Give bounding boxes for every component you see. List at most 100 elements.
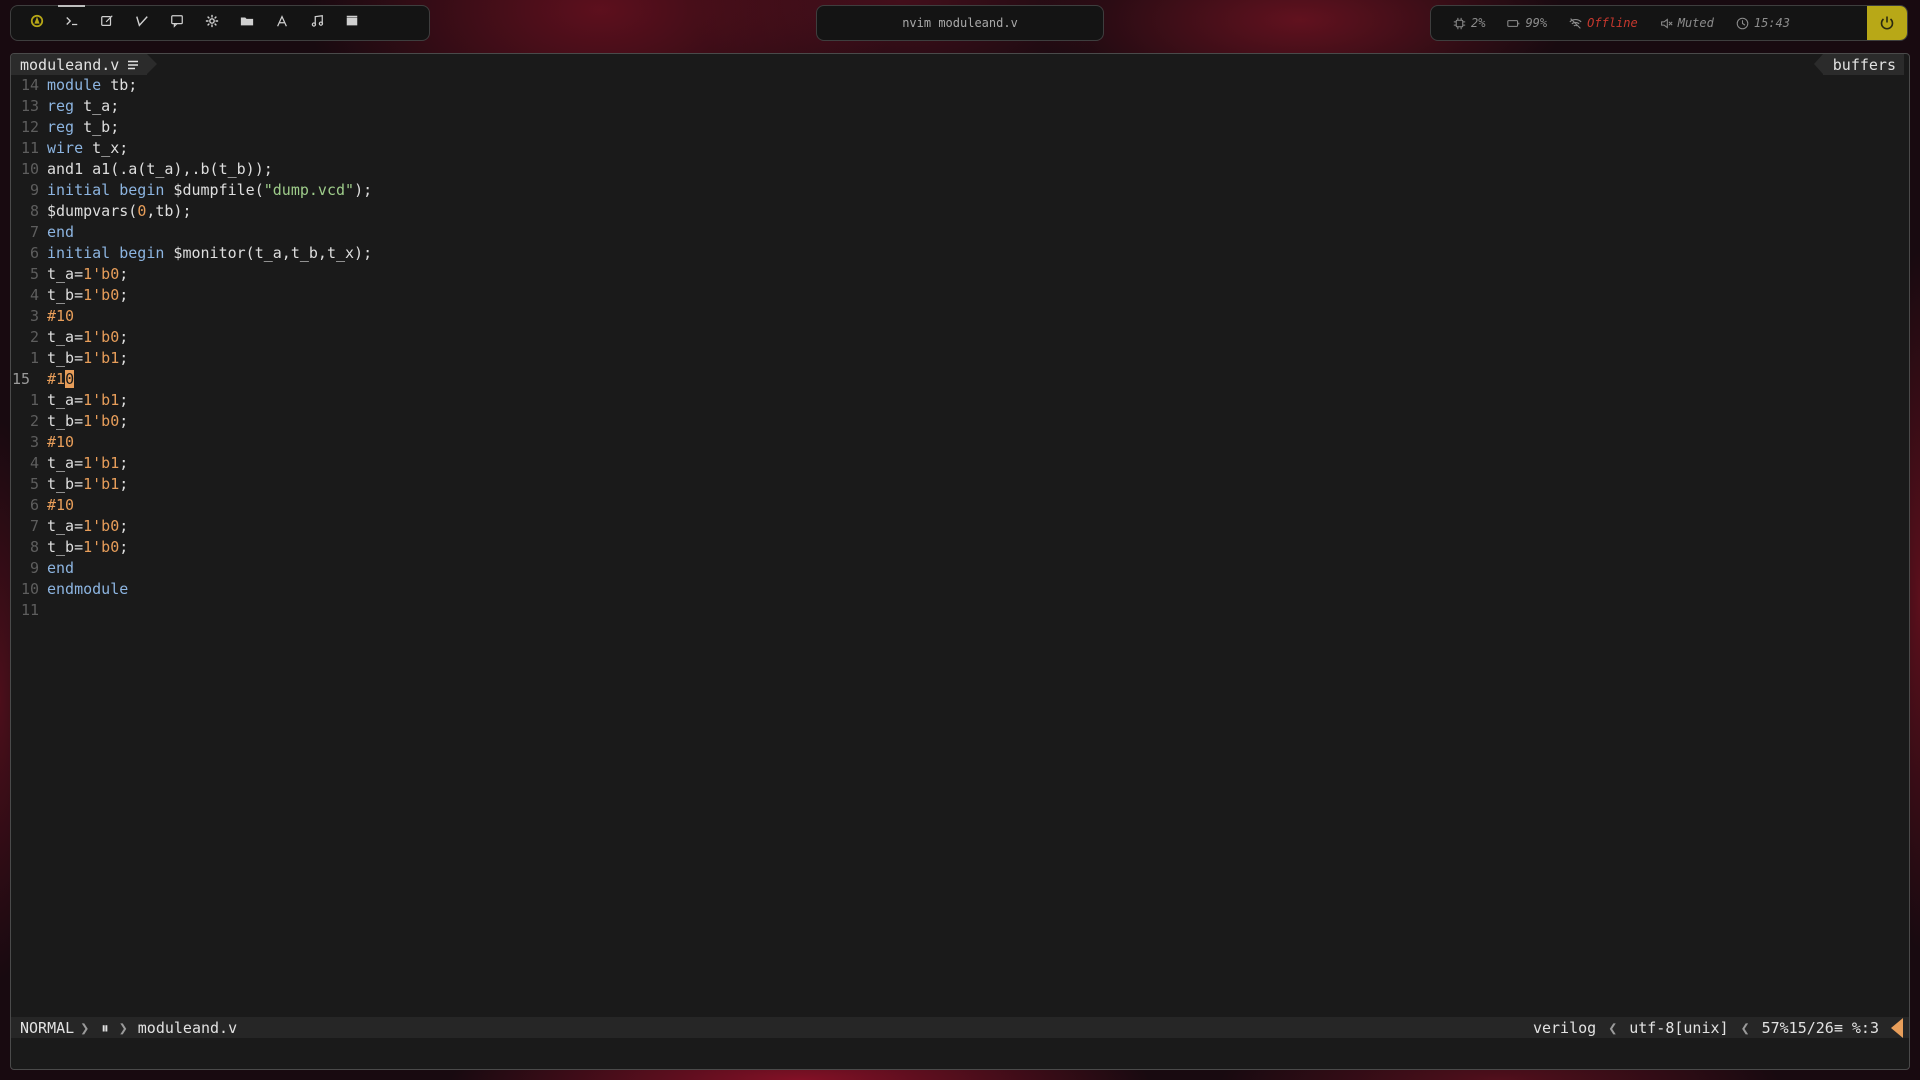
line-number: 4: [29, 286, 39, 304]
code-line[interactable]: 10 and1 a1(.a(t_a),.b(t_b));: [11, 159, 1909, 180]
line-number: 12: [20, 118, 39, 136]
volume-module[interactable]: Muted: [1660, 16, 1714, 30]
status-right: verilog ❮ utf-8[unix] ❮ 57%‍15/26≡ %:3: [1529, 1017, 1909, 1038]
chevron-left-icon: ❮: [1608, 1018, 1618, 1037]
code-line[interactable]: 6 initial begin $monitor(t_a,t_b,t_x);: [11, 243, 1909, 264]
line-content: t_b=1'b0;: [47, 285, 128, 306]
code-line[interactable]: 1 t_b=1'b1;: [11, 348, 1909, 369]
code-line[interactable]: 7 end: [11, 222, 1909, 243]
cpu-module[interactable]: 2%: [1453, 16, 1485, 30]
code-token: wire: [47, 139, 84, 157]
code-line[interactable]: 10 endmodule: [11, 579, 1909, 600]
line-number: 1: [29, 349, 39, 367]
chevron-right-icon: ❯: [80, 1018, 90, 1037]
code-line[interactable]: 15 #10: [11, 369, 1909, 390]
workspace-button[interactable]: [124, 5, 159, 41]
code-area[interactable]: 14 module tb; 13 reg t_a; 12 reg t_b; 11 wire t…: [11, 75, 1909, 621]
terminal-icon: [65, 14, 79, 32]
code-token: ;: [119, 412, 129, 430]
code-line[interactable]: 4 t_b=1'b0;: [11, 285, 1909, 306]
statusline: NORMAL ❯ ⏸ ❯ moduleand.v verilog ❮ utf-8…: [11, 1017, 1909, 1038]
nvim-window[interactable]: moduleand.v buffers 14 module tb; 13 reg t_…: [10, 53, 1910, 1070]
code-line[interactable]: 6 #10: [11, 495, 1909, 516]
workspace-button[interactable]: [54, 5, 89, 41]
line-content: t_a=1'b0;: [47, 516, 128, 537]
code-token: t_b;: [74, 118, 120, 136]
code-token: ;: [119, 475, 129, 493]
pause-icon: ⏸: [101, 1018, 109, 1037]
code-token: 1'b0: [83, 412, 120, 430]
code-line[interactable]: 11 wire t_x;: [11, 138, 1909, 159]
code-line[interactable]: 11: [11, 600, 1909, 621]
code-token: 1'b0: [83, 286, 120, 304]
line-content: $dumpvars(0,tb);: [47, 201, 192, 222]
code-line[interactable]: 5 t_b=1'b1;: [11, 474, 1909, 495]
workspace-button[interactable]: [19, 5, 54, 41]
line-number: 8: [29, 538, 39, 556]
code-line[interactable]: 1 t_a=1'b1;: [11, 390, 1909, 411]
code-token: end: [47, 223, 75, 241]
power-button[interactable]: [1867, 6, 1907, 40]
line-content: t_a=1'b0;: [47, 327, 128, 348]
code-line[interactable]: 3 #10: [11, 432, 1909, 453]
line-number: 1: [29, 391, 39, 409]
mode-label: NORMAL: [20, 1018, 75, 1037]
code-line[interactable]: 13 reg t_a;: [11, 96, 1909, 117]
workspace-button[interactable]: [334, 5, 369, 41]
code-token: t_a=: [47, 391, 84, 409]
code-token: ;: [119, 265, 129, 283]
buffer-tab[interactable]: moduleand.v: [11, 54, 158, 75]
workspace-bar: [10, 5, 430, 41]
status-file-segment: ⏸ ❯ moduleand.v: [93, 1019, 245, 1037]
code-line[interactable]: 4 t_a=1'b1;: [11, 453, 1909, 474]
code-line[interactable]: 8 $dumpvars(0,tb);: [11, 201, 1909, 222]
line-content: endmodule: [47, 579, 128, 600]
buffers-indicator[interactable]: buffers: [1813, 54, 1904, 75]
status-corner-accent: [1891, 1017, 1903, 1038]
code-line[interactable]: 9 initial begin $dumpfile("dump.vcd");: [11, 180, 1909, 201]
workspace-button[interactable]: [299, 5, 334, 41]
workspace-button[interactable]: [89, 5, 124, 41]
volume-muted-icon: [1660, 17, 1673, 29]
cpu-icon: [1453, 17, 1466, 29]
code-line[interactable]: 14 module tb;: [11, 75, 1909, 96]
code-line[interactable]: 12 reg t_b;: [11, 117, 1909, 138]
code-line[interactable]: 7 t_a=1'b0;: [11, 516, 1909, 537]
workspace-button[interactable]: [229, 5, 264, 41]
code-line[interactable]: 8 t_b=1'b0;: [11, 537, 1909, 558]
code-line[interactable]: 2 t_a=1'b0;: [11, 327, 1909, 348]
code-token: 1'b1: [83, 454, 120, 472]
code-token: $dumpfile(: [164, 181, 264, 199]
code-token: 1'b0: [83, 517, 120, 535]
code-token: 1'b1: [83, 349, 120, 367]
network-module[interactable]: Offline: [1569, 16, 1638, 30]
chevron-right-icon: ❯: [118, 1018, 128, 1037]
code-token: "dump.vcd": [263, 181, 355, 199]
code-token: 1'b0: [83, 265, 120, 283]
clock-module[interactable]: 15:43: [1736, 16, 1790, 30]
workspace-button[interactable]: [264, 5, 299, 41]
code-token: t_x;: [83, 139, 129, 157]
arch-icon: [30, 14, 44, 32]
code-token: #10: [47, 496, 75, 514]
code-line[interactable]: 9 end: [11, 558, 1909, 579]
code-token: ,tb);: [146, 202, 192, 220]
battery-module[interactable]: 99%: [1507, 16, 1547, 30]
buffers-label: buffers: [1832, 55, 1896, 74]
code-token: #10: [47, 307, 75, 325]
code-line[interactable]: 2 t_b=1'b0;: [11, 411, 1909, 432]
status-encoding: utf-8[unix]: [1629, 1018, 1729, 1037]
code-line[interactable]: 5 t_a=1'b0;: [11, 264, 1909, 285]
code-token: $dumpvars(: [47, 202, 138, 220]
line-number: 2: [29, 328, 39, 346]
power-icon: [1880, 16, 1894, 30]
code-token: t_b=: [47, 349, 84, 367]
workspace-button[interactable]: [194, 5, 229, 41]
code-line[interactable]: 3 #10: [11, 306, 1909, 327]
code-token: #10: [47, 433, 75, 451]
workspace-button[interactable]: [159, 5, 194, 41]
code-token: t_a;: [74, 97, 120, 115]
window-title: nvim moduleand.v: [902, 16, 1018, 30]
code-token: ;: [119, 517, 129, 535]
code-token: ;: [119, 349, 129, 367]
